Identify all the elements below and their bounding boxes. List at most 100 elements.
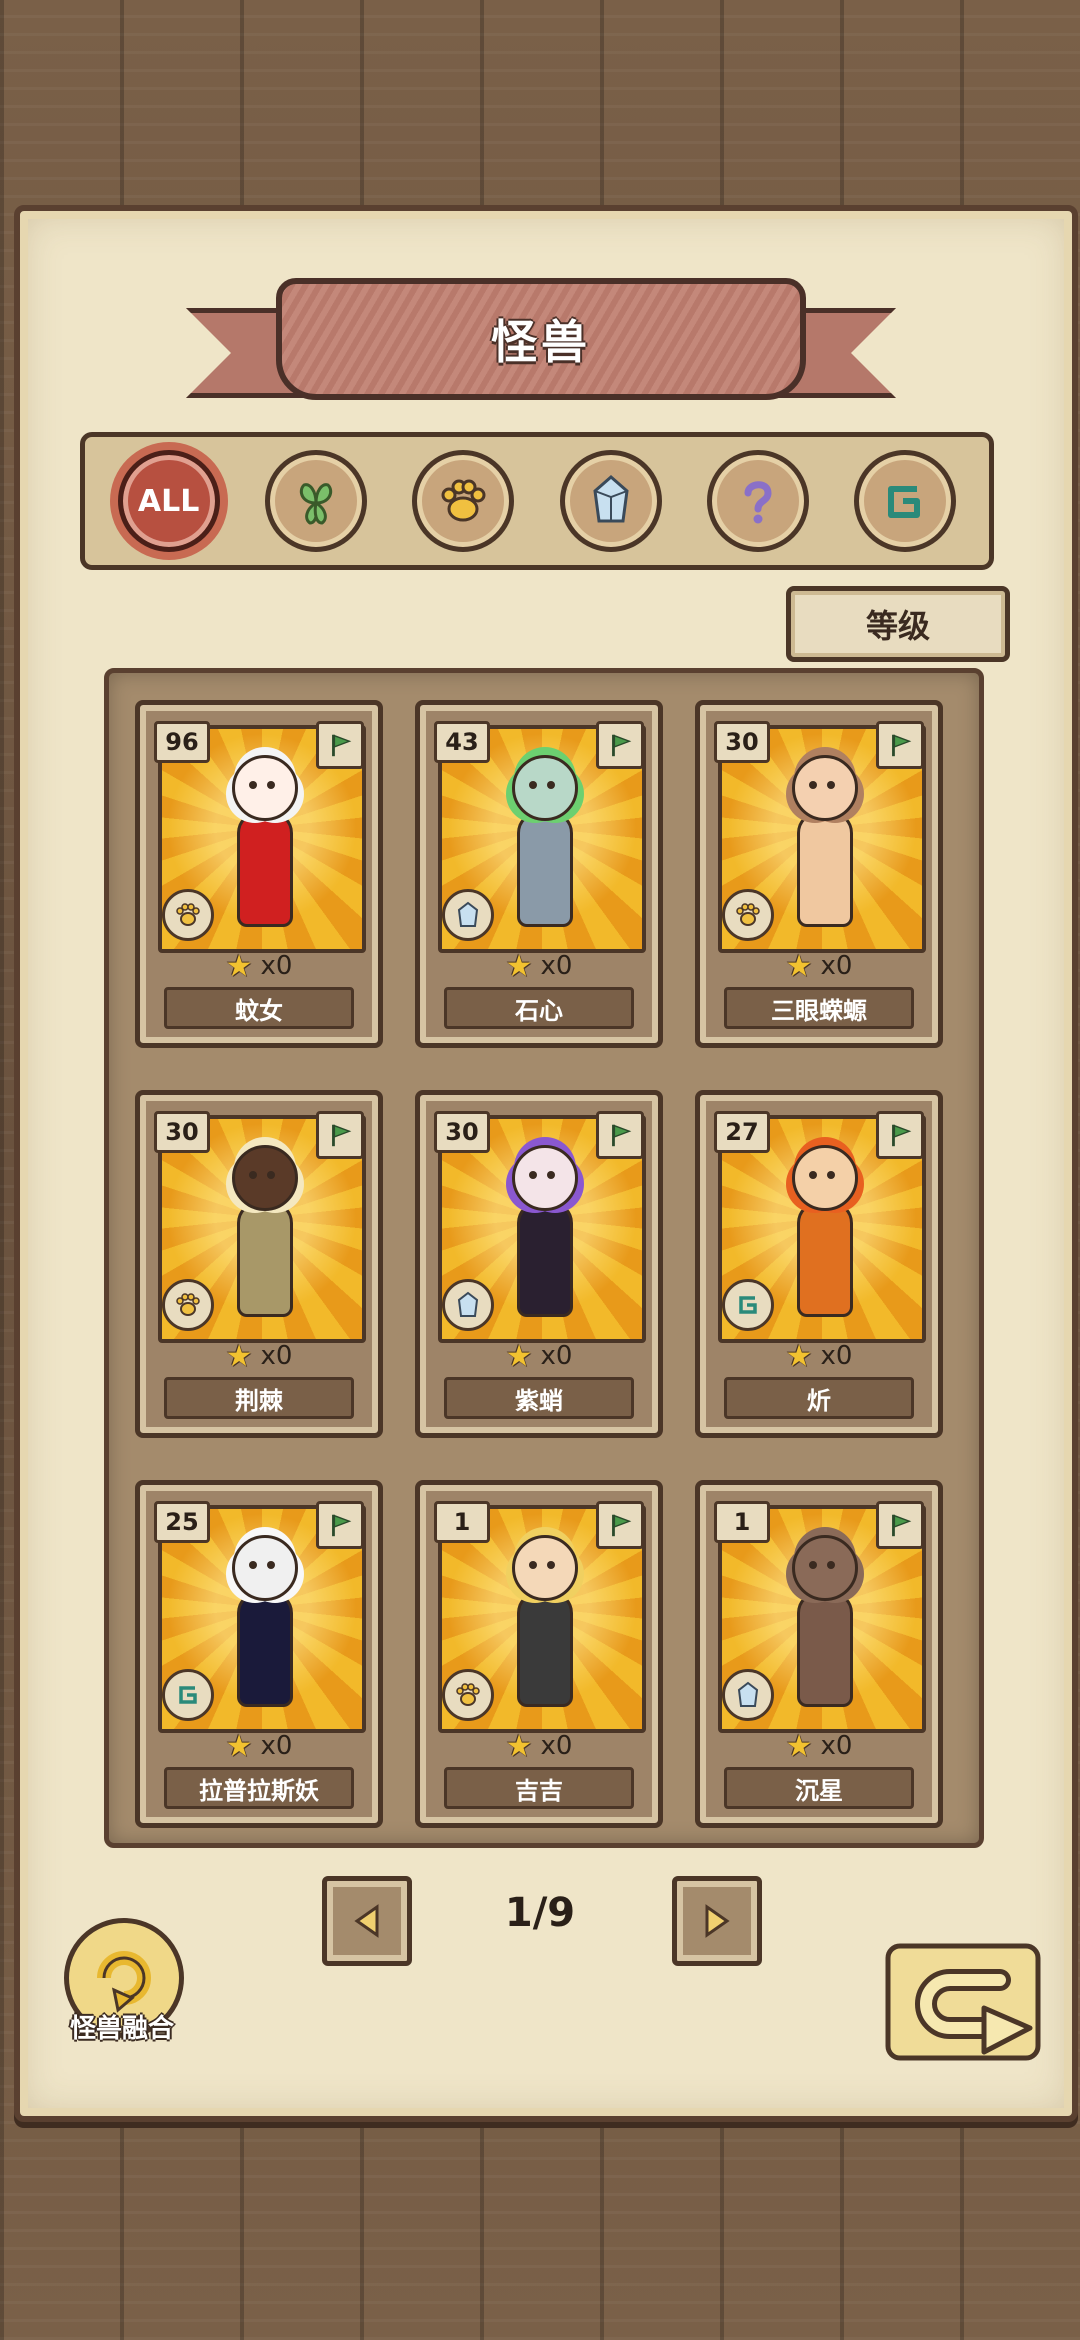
card-name: 荆棘 (235, 1386, 283, 1415)
paw-icon (442, 1669, 494, 1721)
card-count: x0 (820, 1341, 853, 1371)
star-icon: ★ (785, 948, 813, 984)
filter-all-button[interactable]: ALL (117, 450, 220, 552)
card-count: x0 (260, 1731, 293, 1761)
card-star-count: ★ x0 (140, 949, 378, 984)
filter-all-label: ALL (137, 483, 200, 519)
monster-portrait (762, 755, 882, 945)
card-level: 30 (165, 1118, 199, 1146)
flag-icon[interactable] (876, 1111, 924, 1159)
monster-portrait (202, 1145, 322, 1335)
card-star-count: ★ x0 (140, 1338, 378, 1374)
card-count: x0 (820, 951, 853, 981)
card-star-count: ★ x0 (420, 1728, 658, 1764)
prev-page-button[interactable] (322, 1876, 412, 1966)
flag-icon[interactable] (316, 1111, 364, 1159)
card-level-badge: 25 (154, 1501, 210, 1543)
card-count: x0 (540, 1731, 573, 1761)
card-name-plate: 石心 (444, 987, 634, 1029)
card-name: 沉星 (795, 1776, 843, 1805)
card-level-badge: 30 (154, 1111, 210, 1153)
card-level-badge: 43 (434, 721, 490, 763)
filter-plant-button[interactable] (264, 450, 367, 552)
card-level-badge: 1 (714, 1501, 770, 1543)
card-star-count: ★ x0 (700, 1338, 938, 1374)
crystal-icon (442, 889, 494, 941)
paw-icon (441, 479, 486, 522)
card-level-badge: 1 (434, 1501, 490, 1543)
card-name: 石心 (515, 996, 563, 1025)
card-level: 1 (453, 1508, 471, 1536)
monster-card[interactable]: 25 ★ x0 拉普拉斯妖 (135, 1480, 383, 1828)
card-count: x0 (540, 951, 573, 981)
star-icon: ★ (225, 1338, 253, 1374)
star-icon: ★ (785, 1338, 813, 1374)
fusion-label: 怪兽融合 (69, 2014, 174, 2044)
monster-portrait (482, 1535, 602, 1725)
monster-fusion-button[interactable]: 怪兽融合 (52, 1918, 192, 2048)
spiral-icon (162, 1669, 214, 1721)
star-icon: ★ (225, 1728, 253, 1764)
filter-mystery-button[interactable] (706, 450, 809, 552)
return-arrow-icon (885, 1943, 1041, 2061)
crystal-icon (593, 475, 629, 523)
monster-card[interactable]: 96 ★ x0 蚊女 (135, 700, 383, 1048)
crystal-icon (442, 1279, 494, 1331)
flag-icon[interactable] (876, 1501, 924, 1549)
filter-beast-button[interactable] (412, 450, 515, 552)
monster-card[interactable]: 43 ★ x0 石心 (415, 700, 663, 1048)
filter-spirit-button[interactable] (854, 450, 957, 552)
monster-card[interactable]: 1 ★ x0 吉吉 (415, 1480, 663, 1828)
monster-portrait (482, 1145, 602, 1335)
card-level: 43 (445, 728, 479, 756)
card-name: 蚊女 (235, 996, 283, 1025)
card-name-plate: 三眼蝾螈 (724, 987, 914, 1029)
monster-portrait (202, 755, 322, 945)
card-name: 拉普拉斯妖 (199, 1776, 319, 1805)
flag-icon[interactable] (876, 721, 924, 769)
monster-card[interactable]: 30 ★ x0 荆棘 (135, 1090, 383, 1438)
card-name-plate: 紫蛸 (444, 1377, 634, 1419)
card-name-plate: 吉吉 (444, 1767, 634, 1809)
flag-icon[interactable] (596, 1501, 644, 1549)
flag-icon[interactable] (596, 1111, 644, 1159)
card-star-count: ★ x0 (420, 949, 658, 984)
star-icon: ★ (505, 1728, 533, 1764)
flag-icon[interactable] (596, 721, 644, 769)
triangle-right-icon (705, 1904, 730, 1938)
monster-portrait (762, 1145, 882, 1335)
monster-portrait (762, 1535, 882, 1725)
monster-card[interactable]: 1 ★ x0 沉星 (695, 1480, 943, 1828)
card-name-plate: 拉普拉斯妖 (164, 1767, 354, 1809)
back-button[interactable] (880, 1940, 1050, 2090)
card-level: 30 (725, 728, 759, 756)
monster-card[interactable]: 27 ★ x0 炘 (695, 1090, 943, 1438)
monster-portrait (202, 1535, 322, 1725)
card-count: x0 (260, 1341, 293, 1371)
monster-card[interactable]: 30 ★ x0 三眼蝾螈 (695, 700, 943, 1048)
card-name-plate: 炘 (724, 1377, 914, 1419)
spiral-icon (722, 1279, 774, 1331)
card-count: x0 (820, 1731, 853, 1761)
card-count: x0 (260, 951, 293, 981)
flag-icon[interactable] (316, 721, 364, 769)
card-level-badge: 30 (714, 721, 770, 763)
page-indicator: 1/9 (504, 1890, 576, 1936)
question-icon (744, 481, 772, 524)
card-level: 27 (725, 1118, 759, 1146)
card-name: 炘 (807, 1386, 831, 1415)
card-level: 1 (733, 1508, 751, 1536)
sort-by-level-button[interactable]: 等级 (786, 586, 1010, 662)
monster-portrait (482, 755, 602, 945)
ribbon-banner: 怪兽 (276, 278, 806, 400)
filter-mineral-button[interactable] (559, 450, 662, 552)
paw-icon (162, 1279, 214, 1331)
paw-icon (162, 889, 214, 941)
card-count: x0 (540, 1341, 573, 1371)
flag-icon[interactable] (316, 1501, 364, 1549)
page-title: 怪兽 (491, 315, 591, 369)
card-star-count: ★ x0 (140, 1728, 378, 1764)
next-page-button[interactable] (672, 1876, 762, 1966)
monster-card[interactable]: 30 ★ x0 紫蛸 (415, 1090, 663, 1438)
card-name: 三眼蝾螈 (771, 996, 867, 1025)
